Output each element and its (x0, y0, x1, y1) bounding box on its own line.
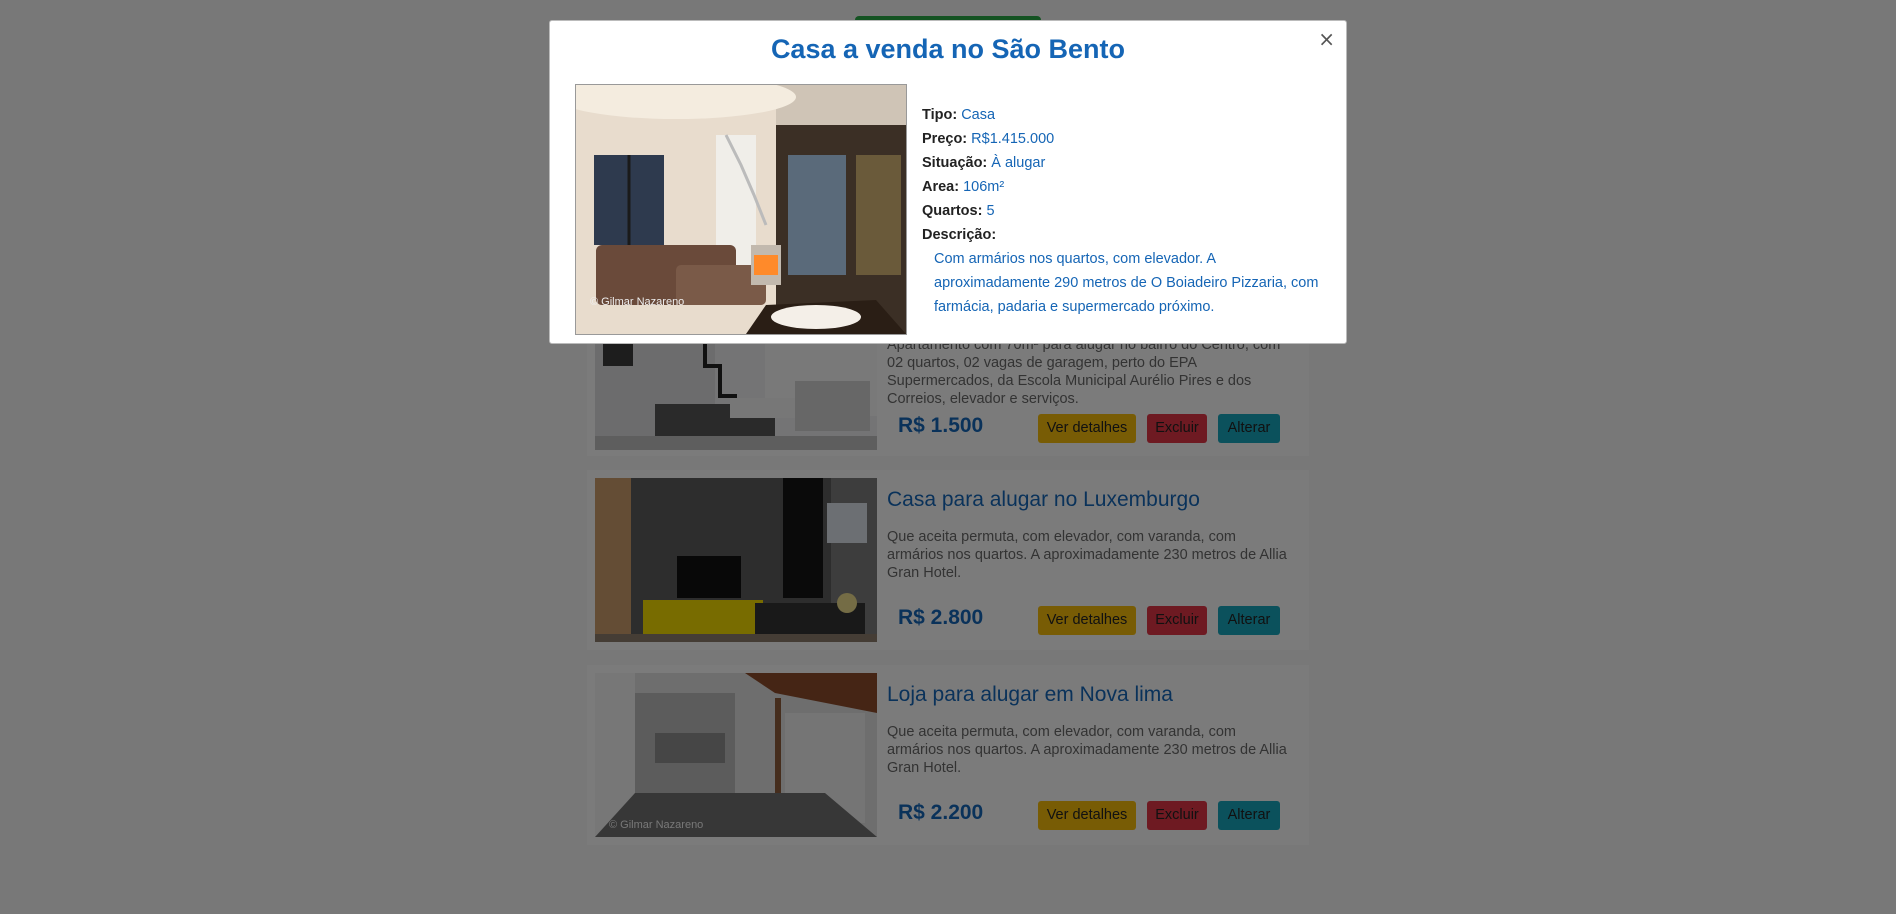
info-rooms: Quartos: 5 (922, 203, 995, 219)
property-info: Tipo: Casa Preço: R$1.415.000 Situação: … (922, 103, 1332, 319)
info-status: Situação: À alugar (922, 155, 1046, 171)
close-icon[interactable]: × (1318, 29, 1335, 49)
info-type: Tipo: Casa (922, 107, 996, 123)
info-area: Area: 106m² (922, 179, 1005, 195)
info-description: Com armários nos quartos, com elevador. … (934, 251, 1319, 315)
info-price: Preço: R$1.415.000 (922, 131, 1055, 147)
photo-watermark: © Gilmar Nazareno (590, 296, 685, 308)
details-modal: Casa a venda no São Bento × © Gilmar Naz… (549, 20, 1347, 344)
modal-photo: © Gilmar Nazareno (575, 84, 907, 335)
info-description-label: Descrição: (922, 227, 997, 243)
modal-title: Casa a venda no São Bento (770, 34, 1126, 64)
